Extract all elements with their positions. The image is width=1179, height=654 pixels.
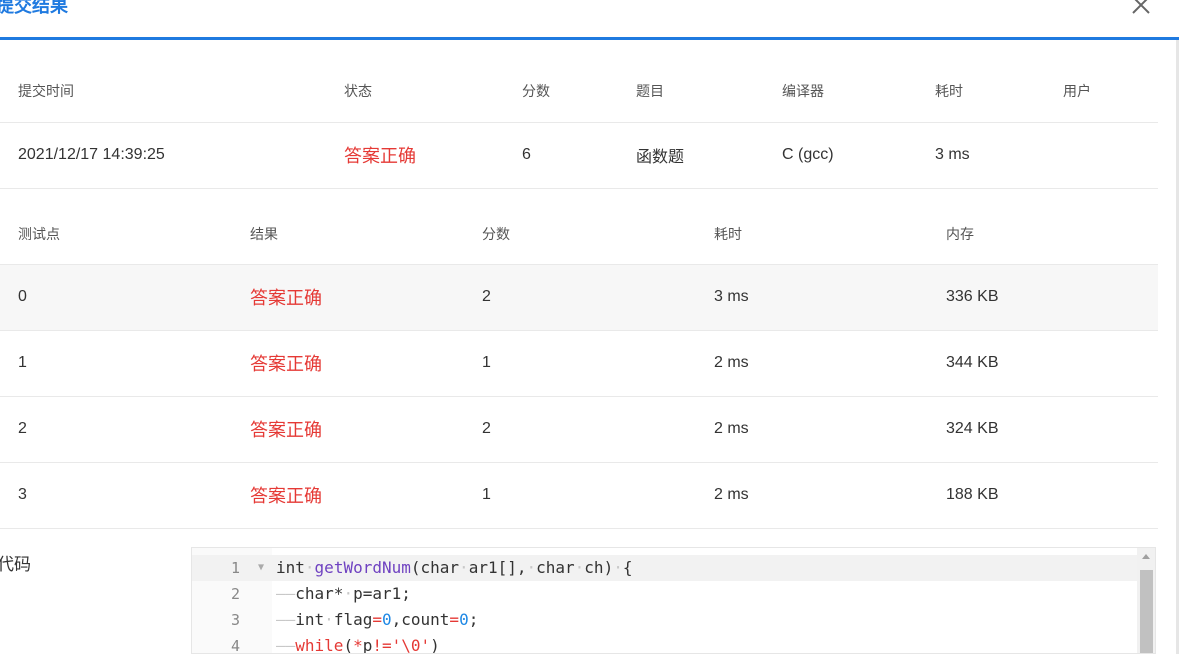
case-score: 2 bbox=[482, 420, 491, 437]
case-score: 2 bbox=[482, 288, 491, 305]
col-problem: 题目 bbox=[636, 83, 664, 100]
line-number: 3 bbox=[230, 611, 240, 629]
col-score: 分数 bbox=[522, 83, 550, 100]
code-line[interactable]: 1 ▼ int·getWordNum(char·ar1[],·char·ch)·… bbox=[192, 555, 1137, 581]
submit-time: 2021/12/17 14:39:25 bbox=[18, 146, 165, 163]
col-test-point: 测试点 bbox=[18, 225, 60, 242]
case-time: 2 ms bbox=[714, 354, 749, 371]
case-time: 2 ms bbox=[714, 486, 749, 503]
status-badge: 答案正确 bbox=[344, 146, 416, 166]
case-memory: 344 KB bbox=[946, 354, 999, 371]
col-compiler: 编译器 bbox=[782, 83, 824, 100]
code-editor[interactable]: 1 ▼ int·getWordNum(char·ar1[],·char·ch)·… bbox=[191, 547, 1156, 654]
case-id: 1 bbox=[18, 354, 27, 371]
code-line[interactable]: 4 ——while(*p!='\0') bbox=[192, 633, 1137, 654]
table-row: 1 答案正确 1 2 ms 344 KB bbox=[0, 330, 1158, 396]
case-result: 答案正确 bbox=[250, 420, 322, 440]
editor-scrollbar[interactable] bbox=[1137, 548, 1155, 653]
code-line-text: ——while(*p!='\0') bbox=[276, 636, 440, 654]
table-row: 2 答案正确 2 2 ms 324 KB bbox=[0, 396, 1158, 462]
case-result: 答案正确 bbox=[250, 486, 322, 506]
dialog-title: 提交结果 bbox=[0, 0, 68, 16]
code-line-text: ——char*·p=ar1; bbox=[276, 584, 411, 603]
user-value bbox=[1045, 122, 1158, 188]
col-status: 状态 bbox=[344, 83, 372, 100]
case-id: 3 bbox=[18, 486, 27, 503]
code-line[interactable]: 3 ——int·flag=0,count=0; bbox=[192, 607, 1137, 633]
case-memory: 336 KB bbox=[946, 288, 999, 305]
code-line-text: ——int·flag=0,count=0; bbox=[276, 610, 479, 629]
col-duration: 耗时 bbox=[935, 83, 963, 100]
line-number: 4 bbox=[230, 637, 240, 654]
dialog-header: 提交结果 bbox=[0, 0, 1179, 40]
line-number: 2 bbox=[230, 585, 240, 603]
score-value: 6 bbox=[522, 146, 531, 163]
test-cases-table: 测试点 结果 分数 耗时 内存 0 答案正确 2 3 ms 336 KB 1 答… bbox=[0, 204, 1158, 529]
table-row: 3 答案正确 1 2 ms 188 KB bbox=[0, 462, 1158, 528]
summary-row: 2021/12/17 14:39:25 答案正确 6 函数题 C (gcc) 3… bbox=[0, 122, 1158, 188]
problem-type: 函数题 bbox=[636, 149, 685, 166]
case-time: 3 ms bbox=[714, 288, 749, 305]
code-line[interactable]: 2 ——char*·p=ar1; bbox=[192, 581, 1137, 607]
fold-arrow-icon[interactable]: ▼ bbox=[258, 555, 264, 581]
code-line-text: int·getWordNum(char·ar1[],·char·ch)·{ bbox=[276, 558, 633, 577]
case-result: 答案正确 bbox=[250, 354, 322, 374]
col-case-score: 分数 bbox=[482, 225, 510, 242]
close-icon[interactable] bbox=[1130, 0, 1152, 16]
summary-header-row: 提交时间 状态 分数 题目 编译器 耗时 用户 bbox=[0, 61, 1158, 122]
scroll-up-icon[interactable] bbox=[1142, 554, 1150, 559]
col-memory: 内存 bbox=[946, 225, 974, 242]
case-memory: 324 KB bbox=[946, 420, 999, 437]
col-user: 用户 bbox=[1063, 83, 1091, 100]
table-row: 0 答案正确 2 3 ms 336 KB bbox=[0, 264, 1158, 330]
cases-header-row: 测试点 结果 分数 耗时 内存 bbox=[0, 204, 1158, 264]
col-submit-time: 提交时间 bbox=[18, 83, 74, 100]
case-result: 答案正确 bbox=[250, 288, 322, 308]
col-case-time: 耗时 bbox=[714, 225, 742, 242]
submission-summary-table: 提交时间 状态 分数 题目 编译器 耗时 用户 2021/12/17 14:39… bbox=[0, 61, 1158, 189]
line-number: 1 bbox=[230, 559, 240, 577]
case-score: 1 bbox=[482, 354, 491, 371]
case-id: 2 bbox=[18, 420, 27, 437]
case-memory: 188 KB bbox=[946, 486, 999, 503]
compiler-value: C (gcc) bbox=[782, 146, 834, 163]
case-time: 2 ms bbox=[714, 420, 749, 437]
case-id: 0 bbox=[18, 288, 27, 305]
code-section-label: 代码 bbox=[0, 555, 31, 574]
col-result: 结果 bbox=[250, 225, 278, 242]
case-score: 1 bbox=[482, 486, 491, 503]
duration-value: 3 ms bbox=[935, 146, 970, 163]
scrollbar-thumb[interactable] bbox=[1140, 570, 1153, 653]
